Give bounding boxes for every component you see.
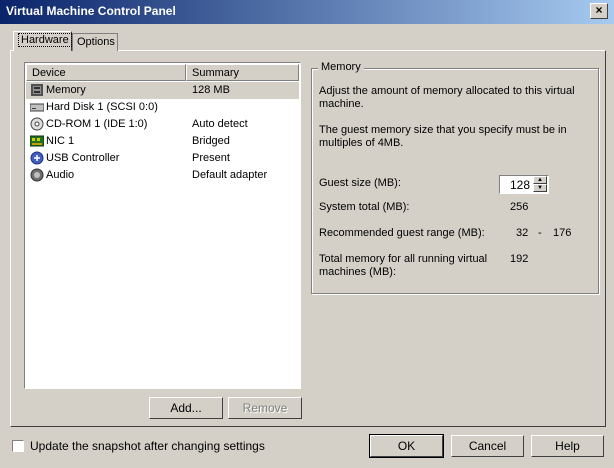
device-row-nic[interactable]: NIC 1 Bridged [26,133,299,150]
device-name: Memory [46,84,86,96]
recommended-range-label: Recommended guest range (MB): [319,227,485,239]
help-button[interactable]: Help [531,435,604,457]
device-row-memory[interactable]: Memory 128 MB [26,82,299,99]
memory-description-2: The guest memory size that you specify m… [319,124,567,149]
nic-icon [30,135,44,147]
guest-size-value[interactable]: 128 [510,178,530,192]
device-summary: Auto detect [192,118,248,130]
device-summary: Present [192,152,230,164]
device-name: Audio [46,169,75,181]
device-name: CD-ROM 1 (IDE 1:0) [46,118,148,130]
total-running-value: 192 [510,253,529,265]
memory-group-label: Memory [318,61,364,73]
audio-icon [30,168,44,182]
device-name: NIC 1 [46,135,75,147]
guest-size-label: Guest size (MB): [319,177,401,189]
device-name: USB Controller [46,152,120,164]
memory-description-1: Adjust the amount of memory allocated to… [319,85,575,110]
window-title: Virtual Machine Control Panel [6,4,176,18]
recommended-min: 32 [516,227,529,239]
tab-hardware[interactable]: Hardware [13,31,72,51]
snapshot-checkbox[interactable] [12,440,24,452]
memory-icon [31,84,43,96]
device-name: Hard Disk 1 (SCSI 0:0) [46,101,158,113]
device-row-usb[interactable]: USB Controller Present [26,150,299,167]
device-summary: Bridged [192,135,230,147]
column-summary[interactable]: Summary [186,64,299,81]
usb-icon [30,151,44,165]
close-icon: × [595,3,603,17]
tab-hardware-label: Hardware [18,33,72,47]
guest-size-spinner[interactable]: 128 ▲ ▼ [499,175,549,194]
ok-button[interactable]: OK [369,434,444,458]
add-button[interactable]: Add... [149,397,223,419]
close-button[interactable]: × [590,3,608,19]
tab-options-label: Options [77,36,115,48]
column-device[interactable]: Device [26,64,186,81]
device-summary: Default adapter [192,169,268,181]
cancel-button[interactable]: Cancel [451,435,524,457]
remove-button[interactable]: Remove [228,397,302,419]
hard-disk-icon [30,103,44,112]
recommended-separator: - [538,227,542,239]
device-row-cdrom[interactable]: CD-ROM 1 (IDE 1:0) Auto detect [26,116,299,133]
spin-down-button[interactable]: ▼ [533,184,547,192]
total-running-label: Total memory for all running virtual mac… [319,253,488,278]
device-row-audio[interactable]: Audio Default adapter [26,167,299,184]
snapshot-checkbox-label[interactable]: Update the snapshot after changing setti… [30,440,265,453]
recommended-max: 176 [553,227,572,239]
device-list-header: Device Summary [26,64,299,81]
device-summary: 128 MB [192,84,230,96]
spin-up-button[interactable]: ▲ [533,176,547,184]
device-list[interactable]: Device Summary Memory 128 MB Hard Disk 1… [24,62,301,389]
device-row-hard-disk[interactable]: Hard Disk 1 (SCSI 0:0) [26,99,299,116]
system-total-value: 256 [510,201,529,213]
title-bar: Virtual Machine Control Panel × [0,0,614,24]
system-total-label: System total (MB): [319,201,410,213]
tab-options[interactable]: Options [72,33,118,51]
cdrom-icon [30,117,44,131]
